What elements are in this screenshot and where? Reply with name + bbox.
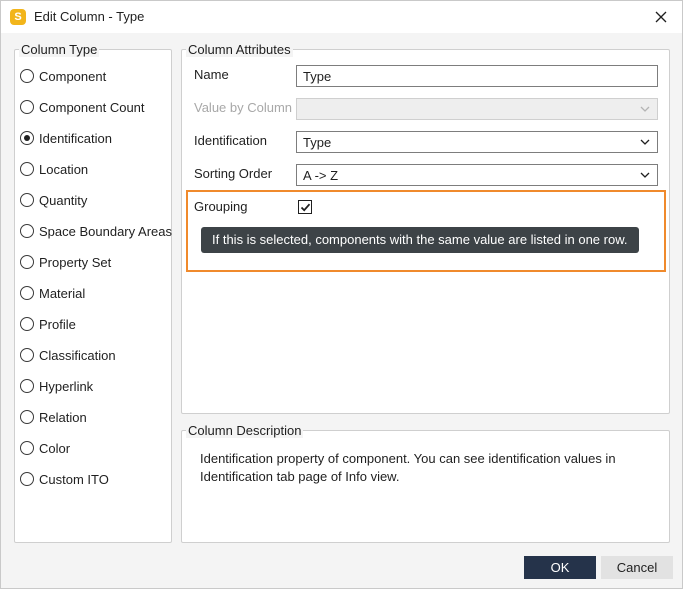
- radio-button-icon: [20, 348, 34, 362]
- radio-option-label: Space Boundary Areas: [39, 223, 172, 239]
- name-input[interactable]: [296, 65, 658, 87]
- radio-button-icon: [20, 286, 34, 300]
- close-button[interactable]: [645, 3, 677, 31]
- radio-option-label: Color: [39, 440, 71, 456]
- radio-button-icon: [20, 100, 34, 114]
- name-label: Name: [194, 67, 229, 82]
- column-type-group: Column Type Component Component Count Iden…: [14, 42, 172, 543]
- radio-option-property-set[interactable]: Property Set: [20, 252, 111, 272]
- value-by-column-label: Value by Column: [194, 100, 293, 115]
- identification-value: Type: [303, 134, 332, 150]
- app-logo-icon: S: [10, 9, 26, 25]
- radio-option-label: Property Set: [39, 254, 112, 270]
- radio-option-label: Material: [39, 285, 86, 301]
- radio-option-label: Component Count: [39, 99, 145, 115]
- chevron-down-icon: [639, 103, 651, 115]
- column-attributes-legend: Column Attributes: [186, 42, 293, 57]
- radio-option-label: Hyperlink: [39, 378, 94, 394]
- grouping-tooltip: If this is selected, components with the…: [201, 227, 639, 253]
- radio-option-identification[interactable]: Identification: [20, 128, 112, 148]
- radio-option-component[interactable]: Component: [20, 66, 106, 86]
- radio-option-label: Profile: [39, 316, 76, 332]
- radio-button-icon: [20, 255, 34, 269]
- radio-option-hyperlink[interactable]: Hyperlink: [20, 376, 93, 396]
- radio-option-space-boundary-areas[interactable]: Space Boundary Areas: [20, 221, 172, 241]
- radio-option-custom-ito[interactable]: Custom ITO: [20, 469, 109, 489]
- radio-button-icon: [20, 224, 34, 238]
- ok-button[interactable]: OK: [524, 556, 596, 579]
- radio-button-icon: [20, 379, 34, 393]
- value-by-column-dropdown: [296, 98, 658, 120]
- radio-option-label: Quantity: [39, 192, 88, 208]
- column-description-legend: Column Description: [186, 423, 304, 438]
- sorting-order-dropdown[interactable]: A -> Z: [296, 164, 658, 186]
- radio-option-component-count[interactable]: Component Count: [20, 97, 145, 117]
- grouping-label: Grouping: [194, 199, 248, 214]
- edit-column-dialog: S Edit Column - Type Column Type Compone…: [0, 0, 683, 589]
- identification-dropdown[interactable]: Type: [296, 131, 658, 153]
- radio-button-icon: [20, 441, 34, 455]
- column-description-text: Identification property of component. Yo…: [200, 451, 616, 484]
- radio-button-icon: [20, 69, 34, 83]
- radio-button-icon: [20, 472, 34, 486]
- radio-option-profile[interactable]: Profile: [20, 314, 76, 334]
- radio-button-icon: [20, 410, 34, 424]
- radio-option-color[interactable]: Color: [20, 438, 70, 458]
- grouping-checkbox[interactable]: [298, 200, 312, 214]
- chevron-down-icon: [639, 169, 651, 181]
- radio-button-icon: [20, 193, 34, 207]
- radio-option-material[interactable]: Material: [20, 283, 85, 303]
- radio-option-label: Location: [39, 161, 89, 177]
- radio-option-label: Identification: [39, 130, 112, 146]
- title-bar: S Edit Column - Type: [1, 1, 682, 33]
- column-type-legend: Column Type: [19, 42, 100, 57]
- radio-button-icon: [20, 162, 34, 176]
- column-attributes-group: Column Attributes Name Value by Column I…: [181, 42, 670, 414]
- chevron-down-icon: [639, 136, 651, 148]
- radio-option-classification[interactable]: Classification: [20, 345, 116, 365]
- radio-button-icon: [20, 131, 34, 145]
- checkmark-icon: [300, 203, 310, 212]
- identification-label: Identification: [194, 133, 267, 148]
- radio-option-label: Relation: [39, 409, 87, 425]
- radio-option-quantity[interactable]: Quantity: [20, 190, 87, 210]
- radio-option-relation[interactable]: Relation: [20, 407, 87, 427]
- sorting-order-label: Sorting Order: [194, 166, 273, 181]
- dialog-title: Edit Column - Type: [34, 9, 145, 24]
- close-icon: [655, 11, 667, 23]
- radio-option-label: Component: [39, 68, 107, 84]
- radio-option-location[interactable]: Location: [20, 159, 88, 179]
- radio-option-label: Classification: [39, 347, 116, 363]
- radio-option-label: Custom ITO: [39, 471, 109, 487]
- radio-button-icon: [20, 317, 34, 331]
- sorting-order-value: A -> Z: [303, 167, 339, 183]
- column-description-group: Column Description Identification proper…: [181, 423, 670, 543]
- cancel-button[interactable]: Cancel: [601, 556, 673, 579]
